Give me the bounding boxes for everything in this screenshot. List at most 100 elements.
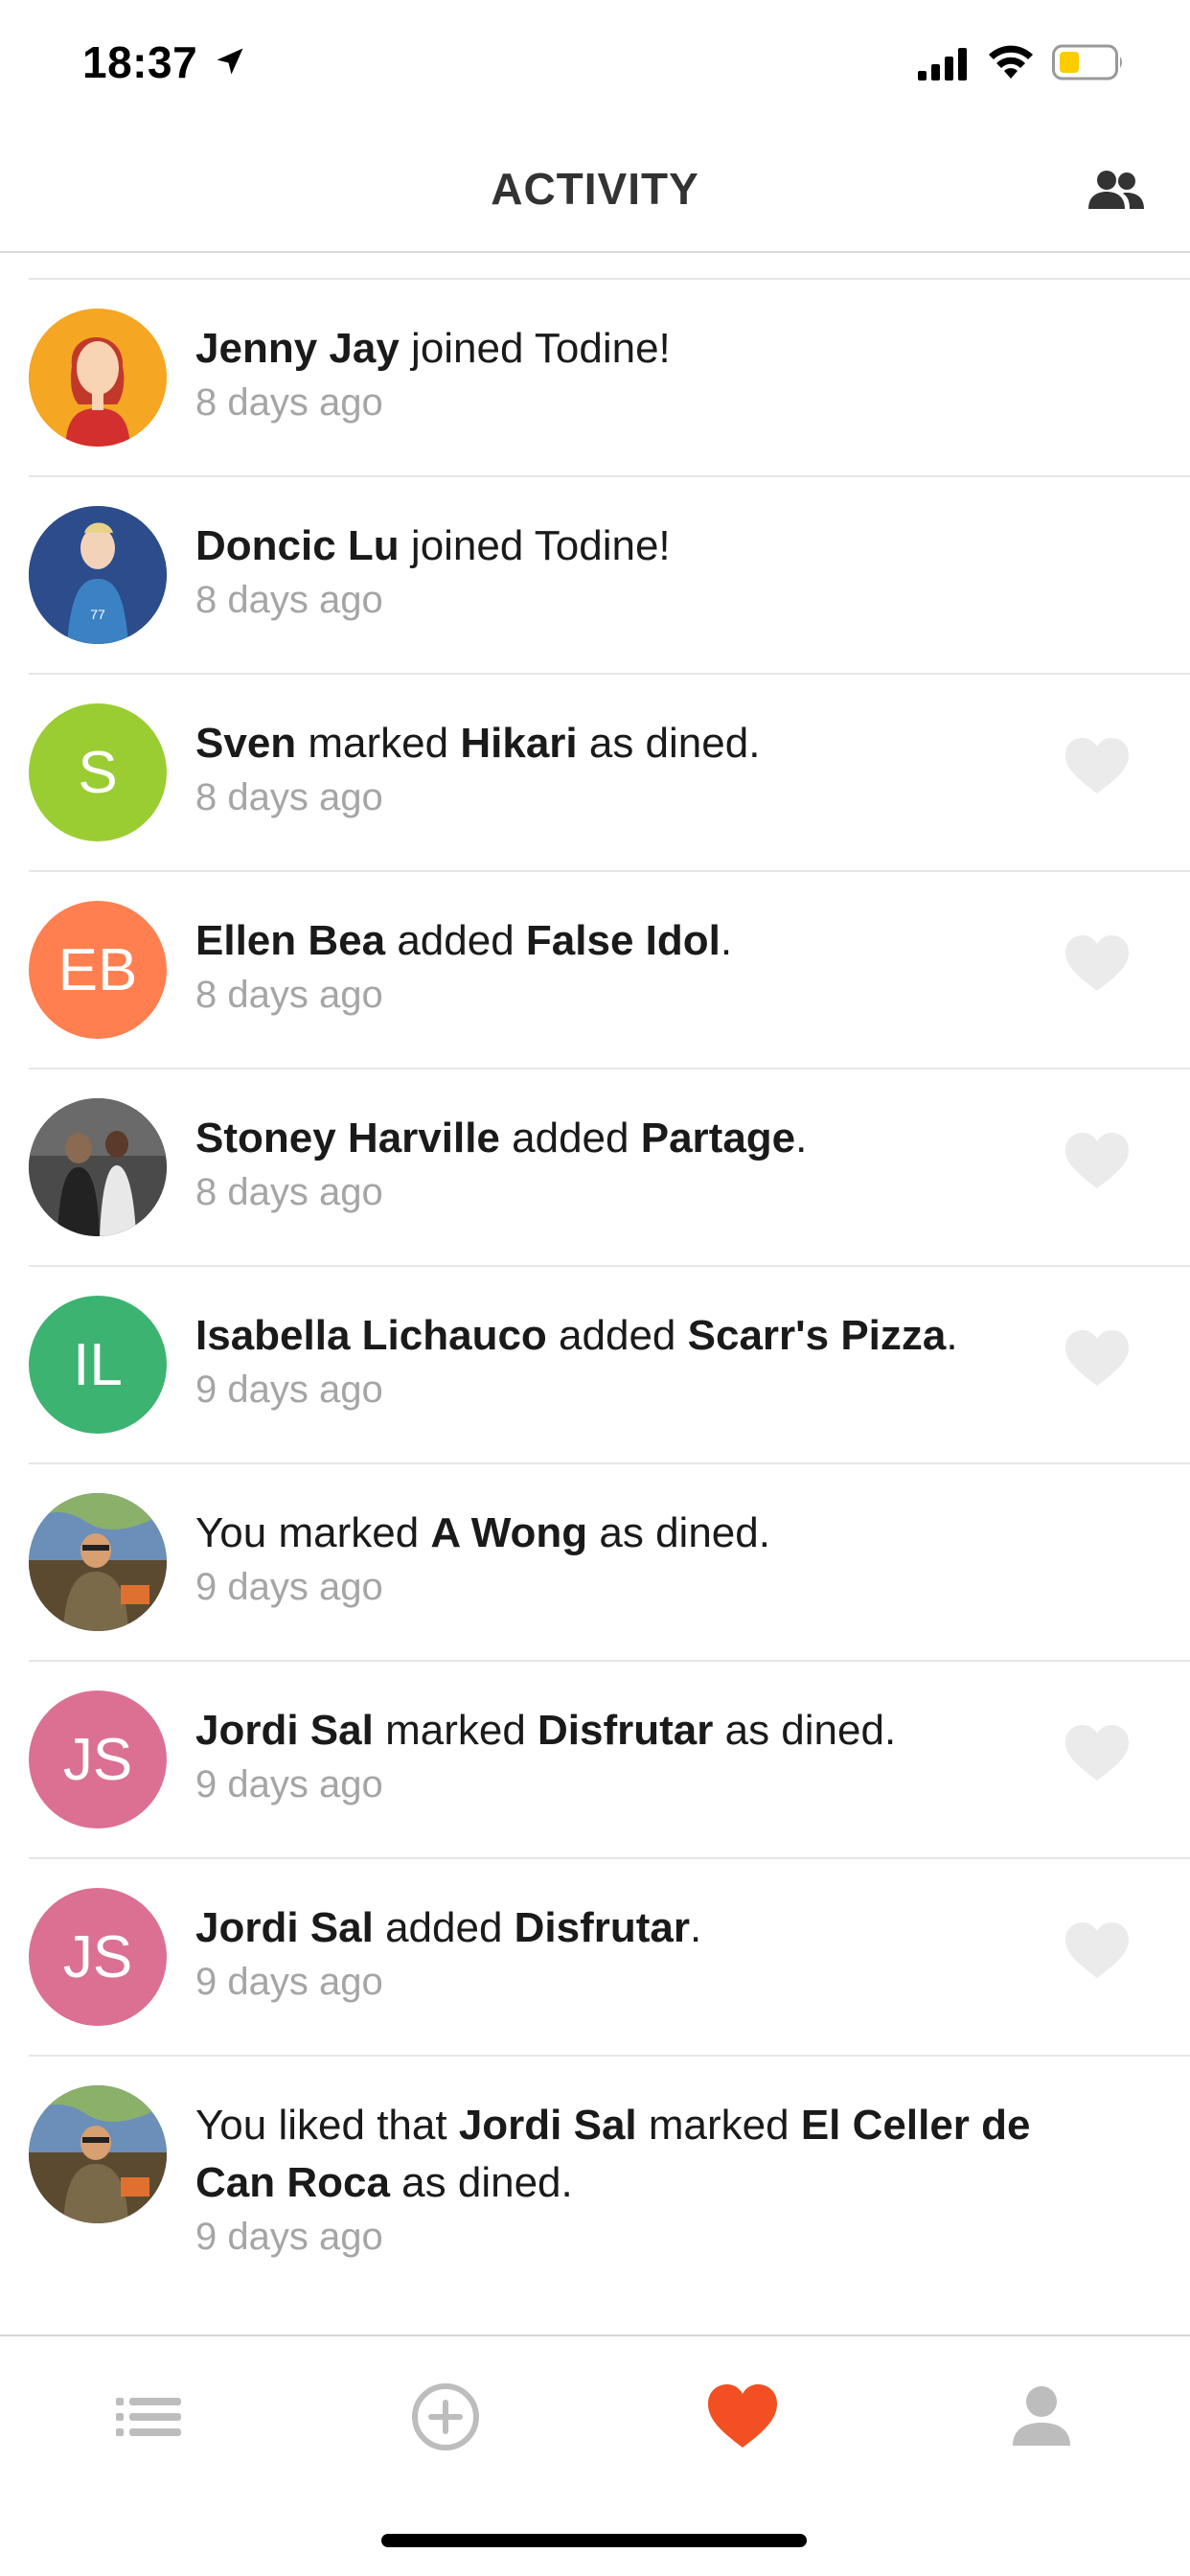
- activity-verb: You liked that: [195, 2102, 459, 2149]
- activity-entity[interactable]: Isabella Lichauco: [195, 1312, 547, 1359]
- activity-item[interactable]: EB Ellen Bea added False Idol. 8 days ago: [29, 870, 1190, 1068]
- activity-text: Jordi Sal added Disfrutar.: [195, 1899, 1037, 1957]
- activity-entity[interactable]: Hikari: [460, 720, 577, 767]
- activity-entity[interactable]: Jordi Sal: [459, 2102, 637, 2149]
- activity-entity[interactable]: Partage: [641, 1115, 795, 1162]
- activity-verb: as dined.: [577, 720, 761, 767]
- activity-verb: joined Todine!: [399, 522, 671, 569]
- activity-verb: as dined.: [587, 1509, 770, 1556]
- cellular-signal-icon: [918, 48, 967, 80]
- avatar-initials[interactable]: EB: [29, 901, 167, 1039]
- status-bar: 18:37: [0, 0, 1190, 125]
- avatar-photo[interactable]: [29, 309, 167, 447]
- avatar-initials-text: JS: [62, 1726, 133, 1793]
- activity-item[interactable]: 77 Doncic Lu joined Todine! 8 days ago: [29, 475, 1190, 673]
- activity-verb: added: [385, 917, 526, 964]
- add-circle-icon[interactable]: [407, 2379, 484, 2455]
- activity-entity[interactable]: Jenny Jay: [195, 325, 400, 372]
- activity-text: Isabella Lichauco added Scarr's Pizza.: [195, 1307, 1037, 1365]
- avatar-initials-text: S: [78, 739, 118, 806]
- activity-verb: .: [720, 917, 733, 964]
- avatar-photo[interactable]: [29, 1493, 167, 1631]
- activity-item[interactable]: You marked A Wong as dined. 9 days ago: [29, 1462, 1190, 1660]
- activity-timestamp: 9 days ago: [195, 1368, 383, 1411]
- activity-entity[interactable]: A Wong: [430, 1509, 587, 1556]
- activity-text: Jordi Sal marked Disfrutar as dined.: [195, 1702, 1037, 1760]
- activity-verb: marked: [636, 2102, 801, 2149]
- activity-verb: joined Todine!: [399, 325, 671, 372]
- activity-item[interactable]: You liked that Jordi Sal marked El Celle…: [29, 2055, 1190, 2285]
- activity-entity[interactable]: Jordi Sal: [195, 1707, 374, 1754]
- activity-text: Sven marked Hikari as dined.: [195, 715, 1037, 772]
- like-heart-icon[interactable]: [1064, 1920, 1131, 1980]
- avatar-initials[interactable]: IL: [29, 1296, 167, 1434]
- activity-item[interactable]: JS Jordi Sal added Disfrutar. 9 days ago: [29, 1857, 1190, 2055]
- activity-entity[interactable]: Jordi Sal: [195, 1904, 374, 1951]
- activity-item[interactable]: IL Isabella Lichauco added Scarr's Pizza.…: [29, 1265, 1190, 1462]
- activity-item[interactable]: JS Jordi Sal marked Disfrutar as dined. 9 …: [29, 1660, 1190, 1857]
- activity-timestamp: 8 days ago: [195, 1171, 383, 1213]
- activity-entity[interactable]: Disfrutar: [515, 1904, 690, 1951]
- activity-verb: .: [690, 1904, 702, 1951]
- like-heart-icon[interactable]: [1064, 933, 1131, 993]
- activity-text: You marked A Wong as dined.: [195, 1505, 1037, 1562]
- like-heart-icon[interactable]: [1064, 1723, 1131, 1782]
- header: ACTIVITY: [0, 125, 1190, 253]
- avatar-initials[interactable]: S: [29, 703, 167, 841]
- activity-entity[interactable]: False Idol: [526, 917, 721, 964]
- friends-icon[interactable]: [1085, 167, 1146, 215]
- activity-verb: added: [546, 1312, 688, 1359]
- activity-verb: .: [795, 1115, 808, 1162]
- like-heart-icon[interactable]: [1064, 1131, 1131, 1190]
- location-arrow-icon: [217, 48, 243, 75]
- like-heart-icon[interactable]: [1064, 736, 1131, 795]
- activity-text: You liked that Jordi Sal marked El Celle…: [195, 2097, 1037, 2212]
- like-heart-icon[interactable]: [1064, 1328, 1131, 1388]
- activity-verb: You marked: [195, 1509, 431, 1556]
- avatar-initials-text: EB: [57, 936, 138, 1003]
- activity-verb: as dined.: [713, 1707, 897, 1754]
- avatar-initials-text: JS: [62, 1923, 133, 1990]
- activity-timestamp: 8 days ago: [195, 974, 383, 1016]
- activity-verb: .: [946, 1312, 958, 1359]
- wifi-icon: [989, 45, 1033, 79]
- activity-item[interactable]: S Sven marked Hikari as dined. 8 days ago: [29, 673, 1190, 870]
- avatar-photo[interactable]: 77: [29, 506, 167, 644]
- svg-text:77: 77: [90, 607, 105, 622]
- activity-timestamp: 8 days ago: [195, 776, 383, 818]
- activity-entity[interactable]: Sven: [195, 720, 296, 767]
- avatar-photo[interactable]: [29, 2085, 167, 2223]
- activity-entity[interactable]: Disfrutar: [538, 1707, 713, 1754]
- avatar-initials[interactable]: JS: [29, 1690, 167, 1828]
- activity-verb: added: [499, 1115, 641, 1162]
- profile-icon[interactable]: [1003, 2379, 1080, 2455]
- status-time: 18:37: [82, 37, 198, 87]
- activity-verb: marked: [373, 1707, 538, 1754]
- activity-verb: marked: [296, 720, 461, 767]
- activity-entity[interactable]: Scarr's Pizza: [688, 1312, 947, 1359]
- activity-timestamp: 8 days ago: [195, 579, 383, 621]
- activity-entity[interactable]: Ellen Bea: [195, 917, 385, 964]
- activity-timestamp: 9 days ago: [195, 2216, 383, 2258]
- activity-item[interactable]: Stoney Harville added Partage. 8 days ago: [29, 1068, 1190, 1265]
- activity-text: Jenny Jay joined Todine!: [195, 320, 1037, 378]
- activity-screen: 18:37 ACTIVITY Jenny Jay joined Todine! …: [0, 0, 1190, 2576]
- avatar-initials[interactable]: JS: [29, 1888, 167, 2026]
- activity-feed: Jenny Jay joined Todine! 8 days ago 77 Donc…: [0, 253, 1190, 2334]
- activity-text: Stoney Harville added Partage.: [195, 1110, 1037, 1167]
- activity-timestamp: 8 days ago: [195, 381, 383, 424]
- activity-entity[interactable]: Doncic Lu: [195, 522, 400, 569]
- activity-text: Doncic Lu joined Todine!: [195, 518, 1037, 575]
- list-icon[interactable]: [110, 2379, 187, 2455]
- activity-item[interactable]: Jenny Jay joined Todine! 8 days ago: [29, 278, 1190, 475]
- heart-icon[interactable]: [704, 2379, 781, 2455]
- avatar-photo[interactable]: [29, 1098, 167, 1236]
- avatar-initials-text: IL: [73, 1331, 123, 1398]
- home-indicator: [381, 2534, 807, 2547]
- activity-entity[interactable]: Stoney Harville: [195, 1115, 500, 1162]
- activity-timestamp: 9 days ago: [195, 1763, 383, 1806]
- activity-verb: as dined.: [389, 2159, 573, 2206]
- activity-timestamp: 9 days ago: [195, 1961, 383, 2003]
- activity-verb: added: [373, 1904, 515, 1951]
- battery-icon: [1052, 44, 1122, 80]
